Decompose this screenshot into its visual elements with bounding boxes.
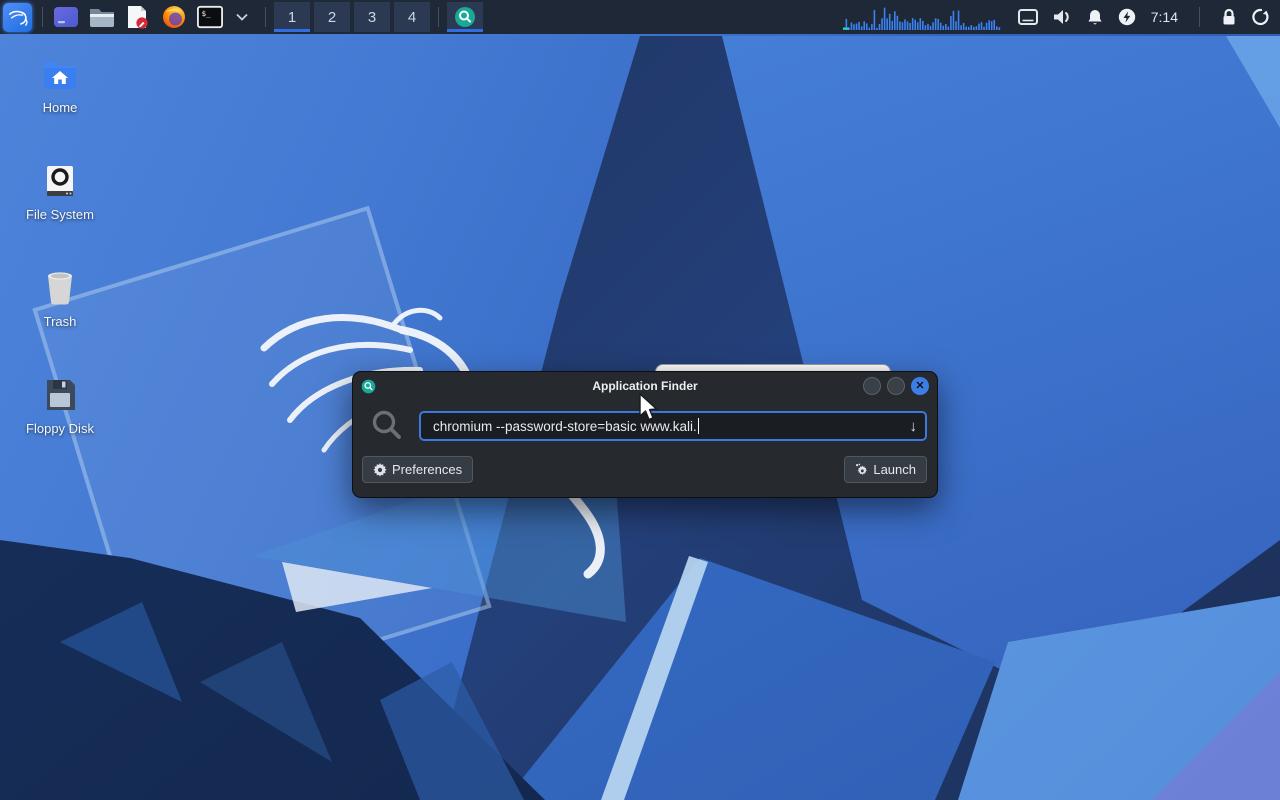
desktop-icon-floppy-disk[interactable]: Floppy Disk: [10, 377, 110, 436]
window-app-icon: [54, 7, 78, 27]
desktop-icon-file-system[interactable]: File System: [10, 163, 110, 222]
logout-button[interactable]: [1252, 8, 1270, 26]
close-button[interactable]: ✕: [911, 377, 929, 395]
kali-menu-button[interactable]: [3, 3, 32, 32]
file-manager-icon: [89, 7, 115, 28]
panel-separator: [1199, 7, 1200, 27]
launcher-file-manager[interactable]: [89, 4, 115, 30]
home-folder-icon: [10, 56, 110, 92]
search-input[interactable]: chromium --password-store=basic www.kali…: [419, 411, 927, 441]
notification-bell-icon[interactable]: [1087, 9, 1103, 26]
volume-tray-icon[interactable]: [1053, 9, 1072, 25]
panel-clock[interactable]: 7:14: [1151, 9, 1178, 25]
taskbar-application-finder[interactable]: [447, 2, 483, 32]
trash-bin-icon: [10, 270, 110, 306]
workspace-3[interactable]: 3: [354, 2, 390, 32]
panel-separator: [438, 7, 439, 27]
audio-spectrum-monitor[interactable]: [843, 3, 1003, 31]
preferences-label: Preferences: [392, 462, 462, 477]
launch-button[interactable]: Launch: [844, 456, 927, 483]
lock-icon: [1221, 8, 1237, 26]
terminal-dropdown-button[interactable]: [229, 4, 255, 30]
launcher-terminal[interactable]: $_: [197, 4, 223, 30]
launcher-window-app[interactable]: [53, 4, 79, 30]
application-finder-window: Application Finder ✕ chromium --password…: [352, 371, 938, 498]
mouse-cursor: [637, 393, 659, 423]
application-run-icon: [855, 463, 868, 476]
dropdown-arrow-icon[interactable]: ↓: [910, 418, 918, 435]
logout-icon: [1252, 8, 1270, 26]
desktop-icon-label: Trash: [10, 314, 110, 329]
lock-screen-button[interactable]: [1221, 8, 1237, 26]
launcher-firefox[interactable]: [161, 4, 187, 30]
svg-text:$_: $_: [202, 9, 211, 18]
maximize-button[interactable]: [887, 377, 905, 395]
hard-drive-icon: [10, 163, 110, 199]
text-caret: [698, 418, 699, 434]
gear-icon: [373, 463, 387, 477]
launcher-text-editor[interactable]: [125, 4, 151, 30]
panel-separator: [265, 7, 266, 27]
terminal-icon: $_: [197, 5, 223, 29]
power-manager-icon[interactable]: [1118, 8, 1136, 26]
desktop-icon-label: Home: [10, 100, 110, 115]
window-title: Application Finder: [353, 379, 937, 393]
minimize-button[interactable]: [863, 377, 881, 395]
desktop-icon-home[interactable]: Home: [10, 56, 110, 115]
firefox-icon: [162, 5, 186, 29]
kali-logo-icon: [7, 6, 29, 28]
search-icon: [369, 408, 405, 444]
display-tray-icon[interactable]: [1018, 9, 1038, 25]
desktop-icon-label: Floppy Disk: [10, 421, 110, 436]
text-editor-icon: [127, 5, 149, 30]
application-finder-icon: [454, 6, 476, 28]
preferences-button[interactable]: Preferences: [362, 456, 473, 483]
close-icon: ✕: [915, 381, 924, 392]
workspace-1[interactable]: 1: [274, 2, 310, 32]
floppy-disk-icon: [10, 377, 110, 413]
chevron-down-icon: [236, 13, 248, 21]
launch-label: Launch: [873, 462, 916, 477]
top-panel: $_ 1 2 3 4: [0, 0, 1280, 34]
desktop-icon-label: File System: [10, 207, 110, 222]
panel-separator: [42, 7, 43, 27]
workspace-2[interactable]: 2: [314, 2, 350, 32]
desktop-icon-trash[interactable]: Trash: [10, 270, 110, 329]
workspace-4[interactable]: 4: [394, 2, 430, 32]
